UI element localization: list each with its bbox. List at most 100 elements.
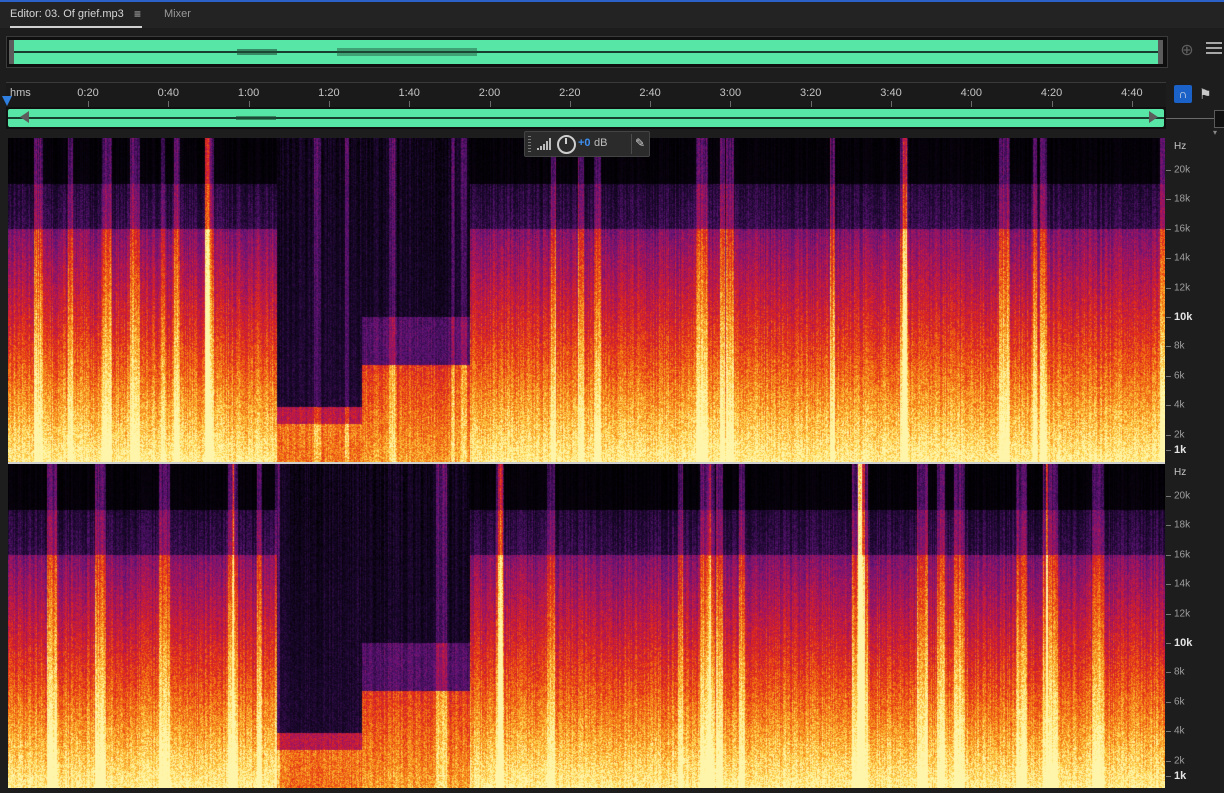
frequency-tick: [1166, 450, 1171, 451]
frequency-label: 2k: [1174, 429, 1185, 441]
hz-unit-label: Hz: [1174, 467, 1187, 478]
frequency-label: 4k: [1174, 399, 1185, 411]
ruler-tick-label: 3:00: [719, 87, 742, 99]
hz-unit-label: Hz: [1174, 141, 1187, 152]
frequency-label: 14k: [1174, 252, 1191, 264]
marker-flag-icon[interactable]: ⚑: [1199, 85, 1212, 103]
spectrogram-canvas: [8, 138, 1165, 462]
zoom-target-icon[interactable]: ⊕: [1178, 42, 1196, 60]
frequency-tick: [1166, 375, 1171, 377]
spectrogram-channel-right[interactable]: [8, 464, 1165, 788]
frequency-tick: [1166, 199, 1171, 201]
frequency-tick: [1166, 317, 1171, 318]
scrollbar-centerline: [8, 117, 1164, 119]
frequency-label: 1k: [1174, 444, 1187, 456]
frequency-label: 10k: [1174, 637, 1193, 649]
frequency-label: 20k: [1174, 490, 1191, 502]
overview-right-handle[interactable]: [1158, 40, 1163, 64]
waveform-overview[interactable]: [6, 36, 1168, 68]
frequency-tick: [1166, 584, 1171, 586]
vertical-zoom-handle[interactable]: [1214, 110, 1224, 128]
frequency-scale-right[interactable]: Hz 20k 18k 16k 14k 12k 10k 8k 6k 4k 2k 1k: [1166, 464, 1224, 790]
ruler-tick-label: 0:20: [77, 87, 99, 99]
frequency-tick: [1166, 405, 1171, 407]
frequency-tick: [1166, 170, 1171, 171]
scroll-right-handle[interactable]: [1149, 111, 1158, 123]
frequency-tick: [1166, 760, 1171, 762]
frequency-label: 8k: [1174, 340, 1185, 352]
chevron-down-icon[interactable]: ▾: [1213, 128, 1217, 137]
frequency-tick: [1166, 228, 1171, 230]
tab-mixer[interactable]: Mixer: [164, 8, 191, 20]
time-ruler[interactable]: hms 0:20 0:40 1:00 1:20 1:40 2:00 2:20 2:40 3:00…: [6, 82, 1166, 107]
frequency-tick: [1166, 554, 1171, 556]
ruler-tick-label: 1:00: [237, 87, 260, 99]
active-tab-indicator: [10, 26, 142, 28]
ruler-tick-label: 2:20: [559, 87, 581, 99]
level-bars-icon: [537, 138, 551, 150]
frequency-tick: [1166, 776, 1171, 777]
ruler-tick-label: 3:40: [880, 87, 902, 99]
frequency-label: 8k: [1174, 666, 1185, 678]
overview-centerline: [9, 51, 1163, 53]
frequency-label: 12k: [1174, 608, 1191, 620]
ruler-tick-label: 1:40: [398, 87, 420, 99]
frequency-label: 18k: [1174, 193, 1191, 205]
scrollbar-thumb[interactable]: [8, 109, 1164, 127]
frequency-tick: [1166, 701, 1171, 703]
scrollbar-waveform: [8, 116, 1164, 120]
overview-quiet-band: [337, 48, 477, 56]
ruler-tick-label: 3:20: [799, 87, 822, 99]
ruler-tick-label: 1:20: [318, 87, 340, 99]
frequency-tick: [1166, 496, 1171, 497]
frequency-label: 12k: [1174, 282, 1191, 294]
frequency-label: 6k: [1174, 696, 1185, 708]
horizontal-zoom-scrollbar[interactable]: [6, 107, 1166, 129]
frequency-scale-left[interactable]: Hz 20k 18k 16k 14k 12k 10k 8k 6k 4k 2k 1k: [1166, 138, 1224, 464]
frequency-tick: [1166, 346, 1171, 348]
tab-editor[interactable]: Editor: 03. Of grief.mp3: [10, 8, 124, 20]
gain-knob-icon[interactable]: [557, 135, 576, 154]
pin-icon[interactable]: ✎: [635, 136, 645, 150]
hud-divider: [631, 134, 632, 154]
ruler-tick-label: 4:00: [960, 87, 983, 99]
snap-magnet-icon[interactable]: ∩: [1174, 85, 1192, 103]
gain-hud[interactable]: +0 dB ✎: [524, 131, 650, 157]
frequency-tick: [1166, 258, 1171, 260]
gain-unit: dB: [594, 137, 608, 149]
ruler-tick-label: 0:40: [157, 87, 180, 99]
frequency-label: 16k: [1174, 549, 1191, 561]
frequency-label: 20k: [1174, 164, 1191, 176]
frequency-label: 14k: [1174, 578, 1191, 590]
frequency-tick: [1166, 643, 1171, 644]
panel-tab-bar: Editor: 03. Of grief.mp3 ≡ Mixer: [0, 2, 1224, 28]
frequency-tick: [1166, 287, 1171, 289]
frequency-tick: [1166, 434, 1171, 436]
overview-quiet-band: [237, 49, 277, 55]
hud-grip-icon[interactable]: [528, 136, 531, 152]
ruler-unit-label: hms: [10, 87, 31, 99]
scrollbar-quiet-band: [236, 116, 276, 120]
ruler-tick-label: 2:00: [478, 87, 501, 99]
frequency-tick: [1166, 672, 1171, 674]
frequency-label: 10k: [1174, 311, 1193, 323]
overview-waveform: [9, 40, 1163, 64]
ruler-tick-label: 4:40: [1121, 87, 1143, 99]
frequency-label: 4k: [1174, 725, 1185, 737]
gain-value[interactable]: +0: [578, 137, 591, 149]
frequency-label: 1k: [1174, 770, 1187, 782]
spectrogram-channel-left[interactable]: [8, 138, 1165, 462]
overview-left-handle[interactable]: [9, 40, 14, 64]
frequency-label: 16k: [1174, 223, 1191, 235]
frequency-tick: [1166, 613, 1171, 615]
playhead-icon[interactable]: [2, 96, 12, 106]
tab-menu-icon[interactable]: ≡: [134, 7, 141, 21]
scroll-left-handle[interactable]: [20, 111, 29, 123]
ruler-tick-label: 2:40: [639, 87, 661, 99]
panel-list-icon[interactable]: [1206, 42, 1222, 58]
frequency-label: 18k: [1174, 519, 1191, 531]
spectrogram-canvas: [8, 464, 1165, 788]
frequency-label: 2k: [1174, 755, 1185, 767]
frequency-tick: [1166, 731, 1171, 733]
ruler-tick-label: 4:20: [1040, 87, 1063, 99]
